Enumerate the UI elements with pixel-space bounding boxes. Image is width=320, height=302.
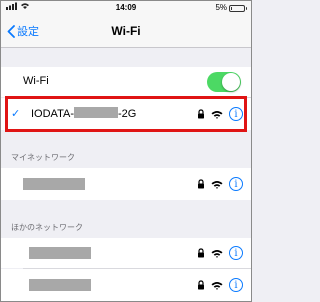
network-name-prefix: IODATA-	[31, 108, 74, 120]
lock-icon	[198, 280, 204, 290]
redacted-network-name	[29, 279, 91, 291]
info-button[interactable]: i	[229, 278, 243, 292]
other-network-row[interactable]: i	[1, 238, 251, 268]
wifi-toggle-label: Wi-Fi	[23, 75, 49, 87]
section-header-other-networks: ほかのネットワーク	[11, 223, 83, 232]
redacted-block	[73, 107, 118, 118]
wifi-toggle-switch[interactable]	[207, 72, 241, 92]
battery-icon	[229, 4, 247, 12]
wifi-signal-icon	[211, 249, 223, 258]
network-status-icons: i	[197, 177, 243, 191]
connected-network-row[interactable]: ✓ IODATA- -2G i	[1, 98, 251, 130]
redacted-network-name	[23, 178, 85, 190]
wifi-signal-icon	[211, 110, 223, 119]
lock-icon	[198, 109, 204, 119]
network-status-icons: i	[197, 246, 243, 260]
other-network-row[interactable]: i	[1, 269, 251, 301]
network-status-icons: i	[197, 107, 243, 121]
info-button[interactable]: i	[229, 107, 243, 121]
toggle-knob	[222, 73, 240, 91]
wifi-signal-icon	[211, 180, 223, 189]
section-header-my-networks: マイネットワーク	[11, 153, 75, 162]
checkmark-icon: ✓	[11, 108, 21, 120]
info-button[interactable]: i	[229, 177, 243, 191]
clock: 14:09	[115, 3, 137, 12]
page-title: Wi-Fi	[111, 24, 141, 38]
my-network-row[interactable]: i	[1, 168, 251, 200]
connected-network-name: IODATA- -2G	[31, 107, 136, 120]
lock-icon	[198, 179, 204, 189]
info-button[interactable]: i	[229, 246, 243, 260]
lock-icon	[198, 248, 204, 258]
navigation-bar: 設定 Wi-Fi	[1, 15, 251, 48]
battery-level-fill	[231, 6, 232, 10]
wifi-signal-icon	[211, 281, 223, 290]
status-bar: 14:09 5%	[1, 1, 251, 15]
network-name-suffix: -2G	[117, 108, 137, 120]
network-status-icons: i	[197, 278, 243, 292]
battery-percent: 5%	[215, 3, 227, 12]
iphone-screen: 14:09 5% 設定 Wi-Fi Wi-Fi ✓ IODATA- -2G i …	[0, 0, 252, 302]
battery-indicator: 5%	[215, 1, 247, 15]
redacted-network-name	[29, 247, 91, 259]
wifi-toggle-row: Wi-Fi	[1, 67, 251, 97]
